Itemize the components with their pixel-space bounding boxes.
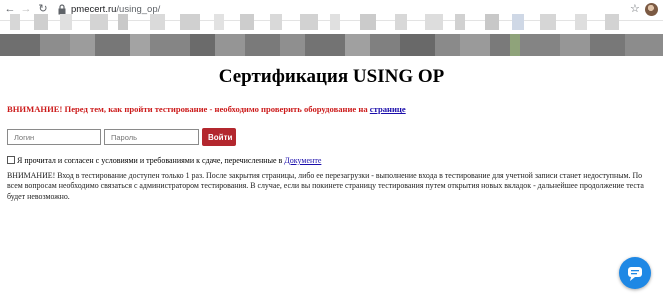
equipment-check-link[interactable]: странице [370, 104, 406, 114]
login-input[interactable] [7, 129, 101, 145]
page-title: Сертификация USING OP [218, 66, 445, 87]
login-button[interactable]: Войти [202, 128, 236, 146]
blurred-bookmarks-bar [0, 14, 663, 30]
document-link[interactable]: Документе [284, 156, 321, 165]
equipment-warning: ВНИМАНИЕ! Перед тем, как пройти тестиров… [7, 104, 406, 114]
agreement-checkbox[interactable] [7, 156, 15, 164]
test-notice: ВНИМАНИЕ! Вход в тестирование доступен т… [7, 171, 644, 201]
chat-widget-button[interactable] [619, 257, 651, 289]
blurred-tabs-bar [0, 34, 663, 56]
agreement-row: Я прочитал и согласен с условиями и треб… [7, 156, 321, 165]
agreement-text: Я прочитал и согласен с условиями и треб… [17, 156, 285, 165]
password-input[interactable] [104, 129, 199, 145]
warning-text: ВНИМАНИЕ! Перед тем, как пройти тестиров… [7, 104, 370, 114]
chat-bubble-icon [628, 267, 642, 281]
